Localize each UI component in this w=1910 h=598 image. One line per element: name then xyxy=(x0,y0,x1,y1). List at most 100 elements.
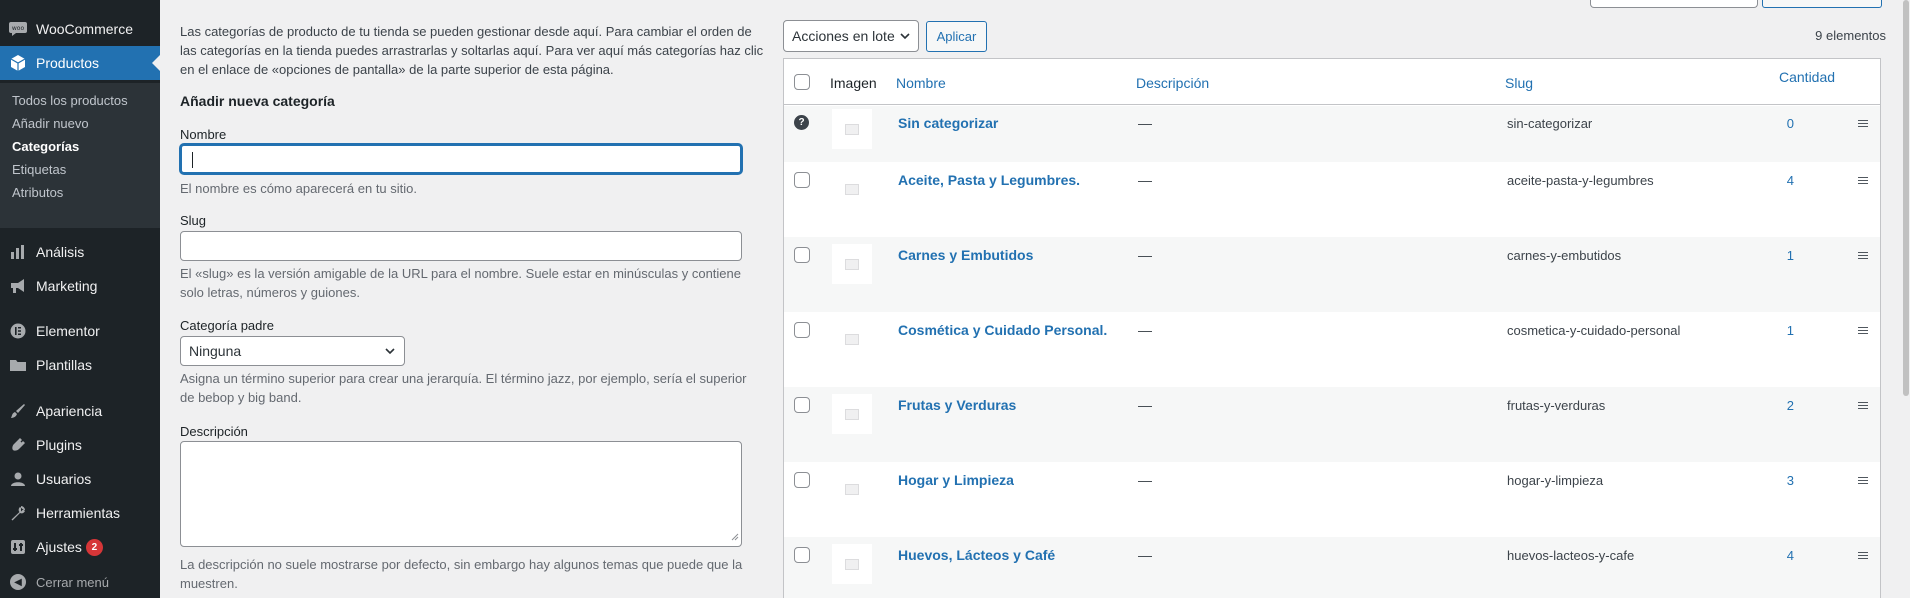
categories-table: Imagen Nombre Descripción Slug Cantidad … xyxy=(783,58,1881,598)
category-description: — xyxy=(1138,547,1152,563)
category-count-link[interactable]: 2 xyxy=(1634,398,1794,413)
description-textarea[interactable] xyxy=(180,441,742,547)
category-thumbnail xyxy=(832,319,872,359)
row-checkbox[interactable] xyxy=(794,322,810,338)
drag-handle-icon[interactable] xyxy=(1858,477,1868,485)
column-header-description[interactable]: Descripción xyxy=(1136,75,1209,91)
menu-item-productos[interactable]: Productos xyxy=(0,46,160,80)
wrench-icon xyxy=(8,503,28,523)
category-name-link[interactable]: Aceite, Pasta y Legumbres. xyxy=(898,172,1080,188)
slug-label: Slug xyxy=(180,213,207,228)
row-checkbox[interactable] xyxy=(794,472,810,488)
menu-item-plantillas[interactable]: Plantillas xyxy=(0,348,160,382)
category-thumbnail xyxy=(832,169,872,209)
image-placeholder-icon xyxy=(845,258,859,270)
menu-item-analisis[interactable]: Análisis xyxy=(0,235,160,269)
menu-label: Marketing xyxy=(36,278,98,294)
submenu-anadir-nuevo[interactable]: Añadir nuevo xyxy=(12,116,89,131)
image-placeholder-icon xyxy=(845,408,859,420)
search-categories-button[interactable] xyxy=(1762,0,1882,8)
category-name-link[interactable]: Frutas y Verduras xyxy=(898,397,1016,413)
table-row: ? Sin categorizar — sin-categorizar 0 xyxy=(784,106,1880,162)
category-name-link[interactable]: Huevos, Lácteos y Café xyxy=(898,547,1055,563)
category-name-link[interactable]: Carnes y Embutidos xyxy=(898,247,1033,263)
bulk-actions-value: Acciones en lote xyxy=(792,28,895,44)
text-caret xyxy=(192,152,193,168)
menu-item-ajustes[interactable]: Ajustes 2 xyxy=(0,530,160,564)
drag-handle-icon[interactable] xyxy=(1858,552,1868,560)
menu-item-plugins[interactable]: Plugins xyxy=(0,428,160,462)
slug-input[interactable] xyxy=(180,231,742,261)
category-description: — xyxy=(1138,172,1152,188)
category-name-link[interactable]: Hogar y Limpieza xyxy=(898,472,1014,488)
name-help: El nombre es cómo aparecerá en tu sitio. xyxy=(180,181,418,196)
category-count-link[interactable]: 0 xyxy=(1634,116,1794,131)
row-checkbox[interactable] xyxy=(794,247,810,263)
name-input[interactable] xyxy=(180,144,742,174)
slug-help: El «slug» es la versión amigable de la U… xyxy=(180,266,741,300)
column-header-count[interactable]: Cantidad xyxy=(1779,69,1835,85)
image-placeholder-icon xyxy=(845,123,859,135)
menu-label: Usuarios xyxy=(36,471,92,487)
menu-item-usuarios[interactable]: Usuarios xyxy=(0,462,160,496)
resize-handle-icon[interactable] xyxy=(731,529,739,544)
submenu-categorias[interactable]: Categorías xyxy=(12,139,79,154)
table-row: Huevos, Lácteos y Café — huevos-lacteos-… xyxy=(784,537,1880,598)
category-name-link[interactable]: Cosmética y Cuidado Personal. xyxy=(898,322,1107,338)
page-scrollbar[interactable] xyxy=(1902,0,1910,598)
column-header-name[interactable]: Nombre xyxy=(896,75,946,91)
bulk-actions-select[interactable]: Acciones en lote xyxy=(783,20,919,52)
category-thumbnail xyxy=(832,394,872,434)
select-all-checkbox[interactable] xyxy=(794,74,810,90)
category-count-link[interactable]: 1 xyxy=(1634,323,1794,338)
menu-item-woocommerce[interactable]: woo WooCommerce xyxy=(0,12,160,46)
parent-label: Categoría padre xyxy=(180,318,274,333)
menu-label: Ajustes xyxy=(36,539,82,555)
user-icon xyxy=(8,469,28,489)
category-thumbnail xyxy=(832,109,872,149)
submenu-todos-productos[interactable]: Todos los productos xyxy=(12,93,128,108)
help-question-icon[interactable]: ? xyxy=(794,115,809,130)
image-placeholder-icon xyxy=(845,183,859,195)
table-row: Hogar y Limpieza — hogar-y-limpieza 3 xyxy=(784,462,1880,537)
category-count-link[interactable]: 4 xyxy=(1634,548,1794,563)
drag-handle-icon[interactable] xyxy=(1858,327,1868,335)
category-description: — xyxy=(1138,322,1152,338)
category-description: — xyxy=(1138,472,1152,488)
category-count-link[interactable]: 4 xyxy=(1634,173,1794,188)
scrollbar-thumb[interactable] xyxy=(1903,0,1909,396)
parent-category-select[interactable]: Ninguna xyxy=(180,336,405,366)
drag-handle-icon[interactable] xyxy=(1858,177,1868,185)
row-checkbox[interactable] xyxy=(794,172,810,188)
column-header-slug[interactable]: Slug xyxy=(1505,75,1533,91)
drag-handle-icon[interactable] xyxy=(1858,402,1868,410)
category-slug: frutas-y-verduras xyxy=(1507,398,1606,413)
category-thumbnail xyxy=(832,244,872,284)
category-name-link[interactable]: Sin categorizar xyxy=(898,115,998,131)
search-categories-input[interactable] xyxy=(1590,0,1758,8)
megaphone-icon xyxy=(8,276,28,296)
form-heading: Añadir nueva categoría xyxy=(180,93,335,109)
submenu-atributos[interactable]: Atributos xyxy=(12,185,63,200)
drag-handle-icon[interactable] xyxy=(1858,252,1868,260)
menu-item-elementor[interactable]: Elementor xyxy=(0,314,160,348)
collapse-arrow-icon: ◀ xyxy=(10,574,26,590)
menu-item-marketing[interactable]: Marketing xyxy=(0,269,160,303)
category-slug: sin-categorizar xyxy=(1507,116,1593,131)
collapse-menu-button[interactable]: ◀ Cerrar menú xyxy=(0,570,109,594)
menu-label: Plugins xyxy=(36,437,82,453)
row-checkbox[interactable] xyxy=(794,397,810,413)
row-checkbox[interactable] xyxy=(794,547,810,563)
apply-button[interactable]: Aplicar xyxy=(926,21,987,52)
category-slug: huevos-lacteos-y-cafe xyxy=(1507,548,1635,563)
drag-handle-icon[interactable] xyxy=(1858,120,1868,128)
category-count-link[interactable]: 1 xyxy=(1634,248,1794,263)
submenu-etiquetas[interactable]: Etiquetas xyxy=(12,162,66,177)
category-count-link[interactable]: 3 xyxy=(1634,473,1794,488)
table-header: Imagen Nombre Descripción Slug Cantidad xyxy=(784,59,1880,105)
table-row: Carnes y Embutidos — carnes-y-embutidos … xyxy=(784,237,1880,312)
menu-item-apariencia[interactable]: Apariencia xyxy=(0,394,160,428)
category-description: — xyxy=(1138,397,1152,413)
menu-item-herramientas[interactable]: Herramientas xyxy=(0,496,160,530)
category-description: — xyxy=(1138,115,1152,131)
